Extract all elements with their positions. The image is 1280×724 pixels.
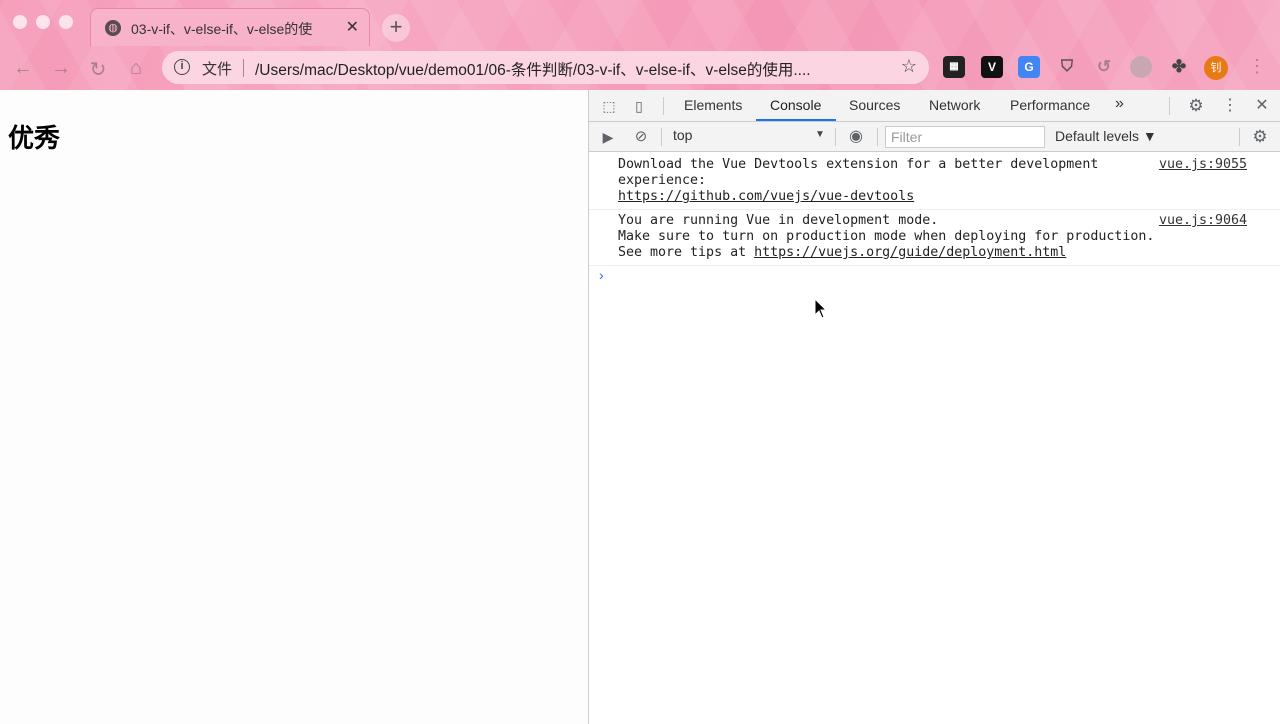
page-text: 优秀: [8, 124, 61, 154]
maximize-window-button[interactable]: [59, 15, 73, 29]
divider: [1239, 128, 1240, 146]
omnibox-url[interactable]: /Users/mac/Desktop/vue/demo01/06-条件判断/03…: [255, 58, 885, 80]
puzzle-icon[interactable]: ✤: [1168, 56, 1190, 78]
back-arrow-icon[interactable]: ←: [11, 57, 35, 80]
tab-performance[interactable]: Performance: [1010, 97, 1090, 113]
history-icon[interactable]: ↺: [1093, 56, 1115, 78]
divider: [877, 128, 878, 146]
message-text: Make sure to turn on production mode whe…: [618, 229, 1155, 244]
chevron-down-icon: ▼: [815, 129, 825, 140]
console-message: You are running Vue in development mode.…: [589, 210, 1280, 266]
omnibox-divider: [243, 59, 244, 77]
qr-code-icon[interactable]: ▦: [943, 56, 965, 78]
minimize-window-button[interactable]: [36, 15, 50, 29]
console-prompt-icon[interactable]: ›: [599, 267, 604, 283]
divider: [835, 128, 836, 146]
tab-console[interactable]: Console: [770, 97, 821, 113]
message-source-link[interactable]: vue.js:9055: [1159, 157, 1247, 172]
forward-arrow-icon[interactable]: →: [49, 57, 73, 80]
translate-icon[interactable]: G: [1018, 56, 1040, 78]
log-levels-dropdown[interactable]: Default levels ▼: [1055, 128, 1157, 144]
avatar[interactable]: 钊: [1204, 56, 1228, 80]
devtools-tabbar: ⬚ ▯ Elements Console Sources Network Per…: [589, 90, 1280, 122]
browser-chrome: ◍ 03-v-if、v-else-if、v-else的使 ✕ + ← → ↻ ⌂…: [0, 0, 1280, 90]
extension-circle-icon[interactable]: [1130, 56, 1152, 78]
tab-close-icon[interactable]: ✕: [346, 17, 359, 37]
tab-sources[interactable]: Sources: [849, 97, 900, 113]
settings-gear-icon[interactable]: ⚙: [1187, 97, 1205, 115]
tab-network[interactable]: Network: [929, 97, 980, 113]
divider: [663, 97, 664, 115]
tab-elements[interactable]: Elements: [684, 97, 742, 113]
device-toolbar-icon[interactable]: ▯: [630, 97, 648, 115]
globe-icon: ◍: [105, 20, 121, 36]
page-viewport: 优秀: [0, 90, 588, 724]
shield-icon[interactable]: ⛉: [1056, 56, 1078, 78]
message-text: You are running Vue in development mode.: [618, 213, 939, 228]
bookmark-star-icon[interactable]: ☆: [901, 56, 917, 77]
console-settings-gear-icon[interactable]: ⚙: [1251, 128, 1269, 146]
info-icon[interactable]: i: [174, 59, 190, 75]
context-select[interactable]: top: [673, 127, 829, 147]
console-message: Download the Vue Devtools extension for …: [589, 152, 1280, 210]
divider: [1169, 97, 1170, 115]
message-link[interactable]: https://github.com/vuejs/vue-devtools: [618, 189, 914, 204]
close-window-button[interactable]: [13, 15, 27, 29]
message-link-prefix: See more tips at: [618, 245, 755, 260]
sidebar-toggle-icon[interactable]: ▶: [599, 128, 617, 146]
new-tab-button[interactable]: +: [382, 14, 410, 42]
eye-icon[interactable]: ◉: [847, 128, 865, 146]
more-tabs-icon[interactable]: »: [1115, 95, 1124, 113]
browser-tab-active[interactable]: ◍ 03-v-if、v-else-if、v-else的使 ✕: [90, 8, 370, 46]
devtools-panel: ⬚ ▯ Elements Console Sources Network Per…: [588, 90, 1280, 724]
message-text-with-link: See more tips at https://vuejs.org/guide…: [618, 245, 1066, 260]
mouse-pointer-icon: [814, 298, 828, 319]
message-source-link[interactable]: vue.js:9064: [1159, 213, 1247, 228]
filter-input[interactable]: Filter: [885, 126, 1045, 148]
divider: [661, 128, 662, 146]
message-text: Download the Vue Devtools extension for …: [618, 157, 1099, 172]
active-tab-indicator: [756, 119, 836, 121]
close-devtools-icon[interactable]: ✕: [1253, 97, 1271, 115]
home-icon[interactable]: ⌂: [124, 57, 148, 80]
console-toolbar: ▶ ⊘ top ▼ ◉ Filter Default levels ▼ ⚙: [589, 122, 1280, 152]
message-link[interactable]: https://vuejs.org/guide/deployment.html: [754, 245, 1066, 260]
clear-console-icon[interactable]: ⊘: [632, 128, 650, 146]
message-text: experience:: [618, 173, 707, 188]
inspect-element-icon[interactable]: ⬚: [600, 97, 618, 115]
tab-title: 03-v-if、v-else-if、v-else的使: [131, 21, 313, 37]
omnibox-scheme: 文件: [202, 61, 233, 78]
menu-dots-icon[interactable]: ⋮: [1248, 56, 1266, 77]
reload-icon[interactable]: ↻: [86, 57, 110, 82]
kebab-menu-icon[interactable]: ⋮: [1221, 97, 1239, 115]
vue-extension-icon[interactable]: V: [981, 56, 1003, 78]
address-bar[interactable]: i 文件 /Users/mac/Desktop/vue/demo01/06-条件…: [162, 51, 929, 84]
